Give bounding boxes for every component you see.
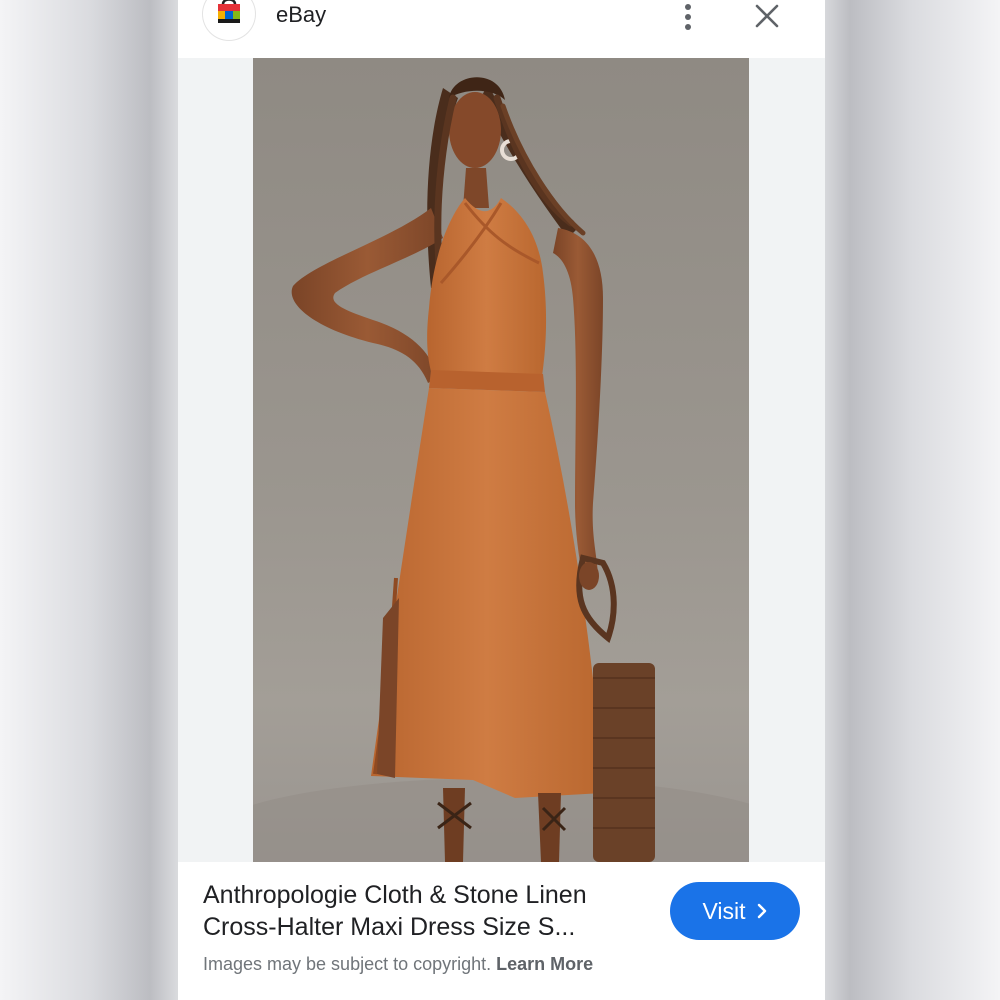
shopping-bag-icon [218, 0, 240, 23]
image-viewer [178, 58, 825, 862]
copyright-text: Images may be subject to copyright. [203, 954, 492, 974]
site-name[interactable]: eBay [276, 2, 326, 28]
chevron-right-icon [757, 903, 766, 919]
visit-button[interactable]: Visit [670, 882, 800, 940]
result-title-line-2: Cross-Halter Maxi Dress Size S... [203, 913, 576, 941]
preview-header: eBay [178, 0, 825, 58]
close-icon[interactable] [752, 2, 782, 32]
visit-button-label: Visit [702, 897, 746, 924]
copyright-notice: Images may be subject to copyright. Lear… [203, 954, 593, 975]
site-favicon[interactable] [203, 0, 255, 40]
product-photo[interactable] [253, 58, 749, 862]
result-footer: Anthropologie Cloth & Stone Linen Cross-… [178, 862, 825, 1000]
learn-more-link[interactable]: Learn More [496, 954, 593, 974]
more-vert-icon[interactable] [676, 2, 700, 32]
result-title-line-1: Anthropologie Cloth & Stone Linen [203, 881, 587, 909]
image-preview-panel: eBay Anthropologie Cloth & Stone Linen C… [178, 0, 825, 1000]
result-title[interactable]: Anthropologie Cloth & Stone Linen Cross-… [203, 879, 643, 943]
